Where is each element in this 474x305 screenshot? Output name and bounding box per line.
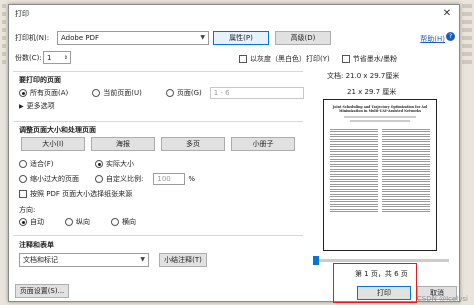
preview-page-title: Joint Scheduling and Trajectory Optimiza… — [332, 105, 428, 113]
print-button[interactable]: 打印 — [357, 286, 411, 300]
dialog-title: 打印 — [15, 10, 29, 18]
poster-button[interactable]: 海报 — [91, 137, 155, 151]
radio-fit[interactable]: 适合(F) — [19, 159, 95, 169]
title-bar: 打印 — [9, 5, 459, 23]
copies-input[interactable]: 1 ⇕ — [43, 51, 71, 64]
radio-landscape[interactable]: 横向 — [111, 217, 136, 227]
booklet-button[interactable]: 小册子 — [231, 137, 295, 151]
stepper-icon[interactable]: ⇕ — [64, 55, 68, 61]
paper-source-checkbox[interactable]: 按照 PDF 页面大小选择纸张来源 — [19, 189, 132, 199]
chevron-down-icon: ▼ — [140, 256, 145, 263]
page-range-input[interactable]: 1 - 6 — [209, 87, 304, 99]
radio-portrait[interactable]: 纵向 — [65, 217, 111, 227]
comments-forms-select[interactable]: 文档和标记 ▼ — [19, 253, 149, 267]
radio-current-page[interactable]: 当前页面(U) — [92, 88, 142, 98]
percent-label: % — [188, 175, 196, 183]
paper-size-label: 21 x 29.7 厘米 — [347, 88, 397, 96]
sizing-section-title: 调整页面大小和处理页面 — [19, 126, 96, 134]
radio-actual-size[interactable]: 实际大小 — [95, 159, 134, 169]
radio-orientation-auto[interactable]: 自动 — [19, 217, 65, 227]
save-ink-checkbox[interactable]: 节省墨水/墨粉 — [341, 54, 398, 64]
multiple-pages-button[interactable]: 多页 — [161, 137, 225, 151]
watermark: CSDN @Icelysi — [416, 295, 468, 303]
save-ink-label: 节省墨水/墨粉 — [352, 55, 398, 63]
radio-shrink-oversized[interactable]: 缩小过大的页面 — [19, 174, 95, 184]
doc-size-label: 文档: 21.0 x 29.7厘米 — [327, 72, 400, 80]
print-preview-page: Joint Scheduling and Trajectory Optimiza… — [323, 99, 437, 251]
expand-arrow-icon[interactable]: ▶ — [19, 103, 24, 110]
comments-section-title: 注释和表单 — [19, 241, 54, 249]
help-link[interactable]: 帮助(H) — [420, 34, 445, 44]
advanced-button[interactable]: 高级(D) — [275, 31, 331, 45]
custom-scale-input[interactable]: 100 — [153, 173, 186, 185]
close-icon[interactable]: ✕ — [441, 8, 453, 20]
properties-button[interactable]: 属性(P) — [213, 31, 269, 45]
page-setup-button[interactable]: 页面设置(S)... — [15, 284, 69, 298]
printer-select[interactable]: Adobe PDF ▼ — [57, 31, 209, 45]
size-button[interactable]: 大小(I) — [21, 137, 85, 151]
grayscale-label: 以灰度（黑白色）打印(Y) — [250, 55, 330, 63]
radio-all-pages[interactable]: 所有页面(A) — [19, 88, 68, 98]
radio-custom-scale[interactable]: 自定义比例: — [95, 174, 143, 184]
print-dialog: 打印 ✕ 打印机(N): Adobe PDF ▼ 属性(P) 高级(D) 帮助(… — [8, 4, 460, 303]
chevron-down-icon: ▼ — [200, 34, 205, 41]
more-options-link[interactable]: 更多选项 — [27, 101, 55, 111]
copies-label: 份数(C): — [15, 53, 42, 62]
slider-thumb[interactable] — [313, 256, 319, 265]
printer-label: 打印机(N): — [15, 34, 50, 42]
grayscale-checkbox[interactable]: 以灰度（黑白色）打印(Y) — [239, 54, 330, 64]
pages-section-title: 要打印的页面 — [19, 76, 61, 84]
summarize-comments-button[interactable]: 小结注释(T) — [159, 253, 207, 267]
radio-page-range[interactable]: 页面(G) — [165, 88, 202, 98]
page-slider[interactable] — [313, 256, 449, 265]
help-icon[interactable]: ? — [446, 32, 455, 41]
orientation-title: 方向: — [19, 206, 36, 214]
